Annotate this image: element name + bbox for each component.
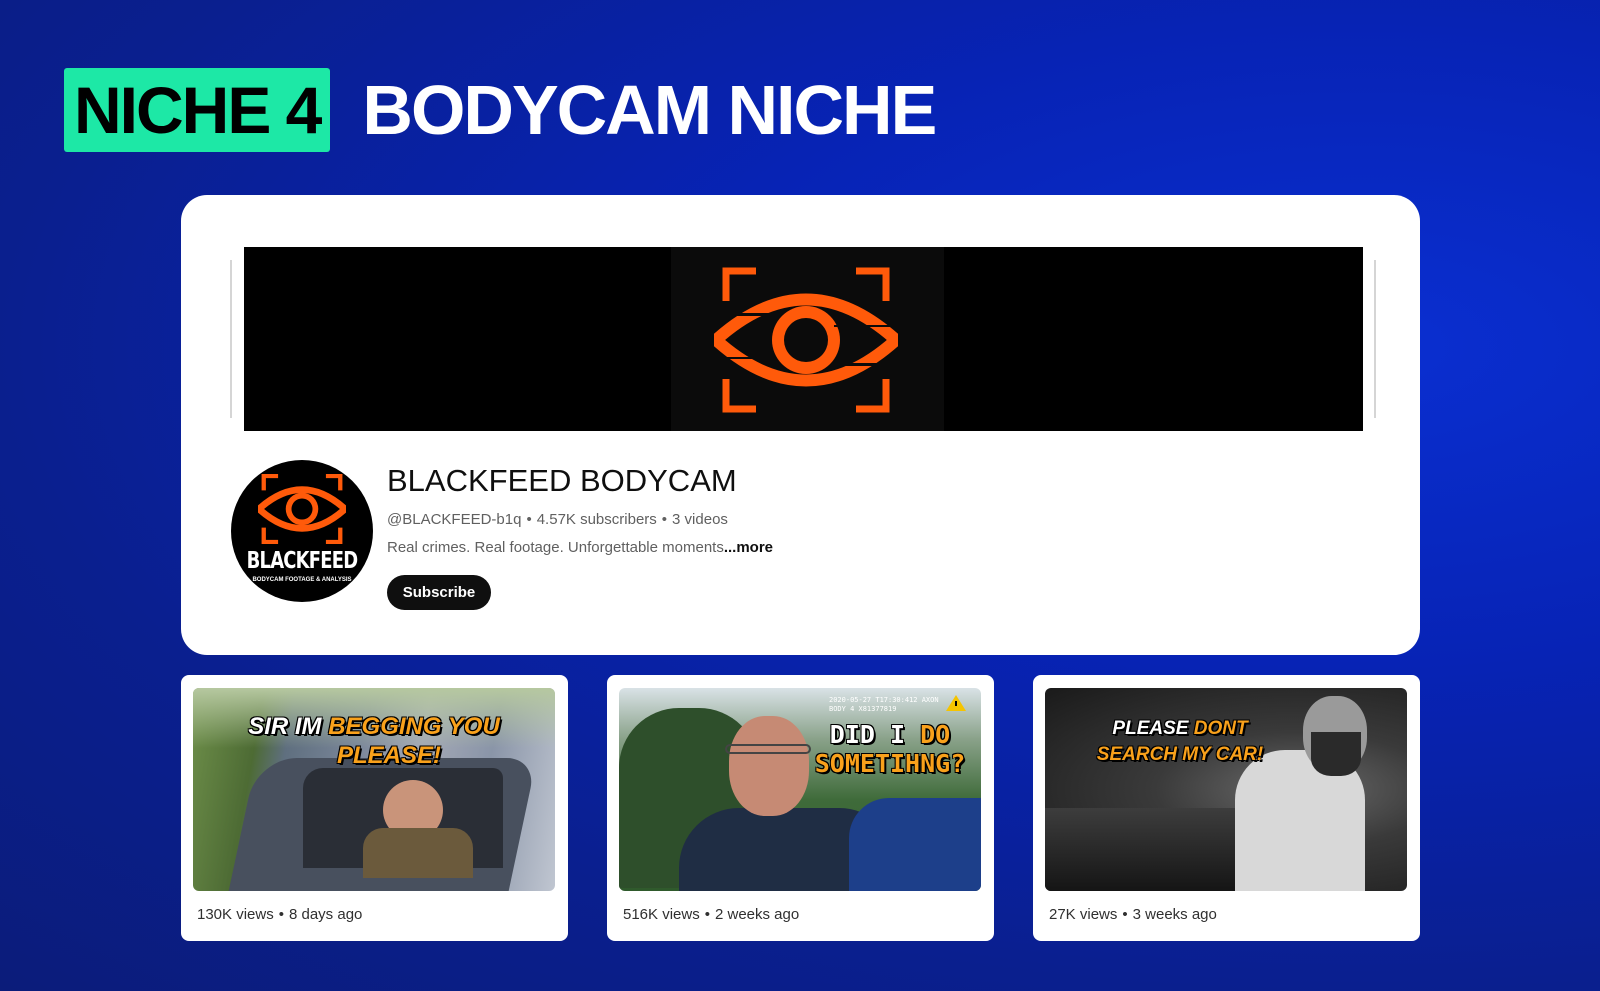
separator-dot: •	[526, 511, 532, 528]
avatar[interactable]: BLACKFEED BODYCAM FOOTAGE & ANALYSIS	[231, 460, 373, 602]
subscribe-button[interactable]: Subscribe	[387, 575, 491, 610]
warning-triangle-icon	[946, 695, 966, 711]
view-count: 130K views	[197, 906, 274, 923]
man-face	[729, 716, 809, 816]
video-thumbnail[interactable]: 2020-05-27 T17:30:412 AXON BODY 4 X81377…	[619, 688, 981, 891]
upload-age: 8 days ago	[288, 906, 363, 923]
channel-banner	[244, 247, 1363, 431]
banner-edge	[230, 260, 232, 418]
car-hood	[849, 798, 981, 891]
thumbnail-caption: PLEASE DONT SEARCH MY CAR!	[1096, 718, 1264, 765]
separator-dot: •	[661, 511, 668, 528]
separator-dot: •	[704, 906, 710, 923]
channel-card: BLACKFEED BODYCAM FOOTAGE & ANALYSIS BLA…	[181, 195, 1420, 655]
upload-age: 2 weeks ago	[714, 906, 800, 923]
view-count: 27K views	[1049, 906, 1118, 923]
video-card[interactable]: 2020-05-27 T17:30:412 AXON BODY 4 X81377…	[607, 675, 994, 941]
avatar-logo-text: BLACKFEED	[246, 548, 358, 574]
niche-badge: NICHE 4	[64, 68, 331, 152]
description-text: Real crimes. Real footage. Unforgettable…	[387, 539, 724, 556]
thumbnail-caption: SIR IM BEGGING YOU PLEASE!	[248, 713, 500, 769]
subscriber-count: 4.57K subscribers	[536, 511, 657, 528]
video-count: 3 videos	[672, 511, 728, 528]
video-stats: 27K views • 3 weeks ago	[1049, 906, 1217, 923]
video-stats: 516K views • 2 weeks ago	[623, 906, 799, 923]
separator-dot: •	[278, 906, 284, 923]
thumbnail-caption: DID I DO SOMETIHNG?	[814, 720, 966, 778]
upload-age: 3 weeks ago	[1132, 906, 1217, 923]
separator-dot: •	[1122, 906, 1128, 923]
eye-logo-icon	[258, 474, 346, 544]
channel-name: BLACKFEED BODYCAM	[387, 463, 737, 498]
floor-area	[1045, 808, 1245, 891]
view-count: 516K views	[623, 906, 700, 923]
video-thumbnail[interactable]: PLEASE DONT SEARCH MY CAR!	[1045, 688, 1407, 891]
eye-logo-icon	[714, 267, 898, 413]
man-beard	[1311, 732, 1361, 776]
video-card[interactable]: SIR IM BEGGING YOU PLEASE! 130K views • 8 …	[181, 675, 568, 941]
avatar-tagline: BODYCAM FOOTAGE & ANALYSIS	[252, 577, 352, 583]
video-thumbnail[interactable]: SIR IM BEGGING YOU PLEASE!	[193, 688, 555, 891]
page-title: BODYCAM NICHE	[362, 71, 937, 149]
more-link[interactable]: ...more	[724, 539, 773, 556]
channel-meta: @BLACKFEED-b1q • 4.57K subscribers • 3 video…	[387, 511, 728, 528]
channel-description: Real crimes. Real footage. Unforgettable…	[387, 539, 773, 556]
driver-body	[363, 828, 473, 878]
page-header: NICHE 4 BODYCAM NICHE	[64, 68, 937, 152]
bodycam-timestamp: 2020-05-27 T17:30:412 AXON BODY 4 X81377…	[829, 696, 939, 713]
video-stats: 130K views • 8 days ago	[197, 906, 362, 923]
channel-handle[interactable]: @BLACKFEED-b1q	[387, 511, 521, 528]
video-card[interactable]: PLEASE DONT SEARCH MY CAR! 27K views • 3 w…	[1033, 675, 1420, 941]
banner-edge	[1374, 260, 1376, 418]
